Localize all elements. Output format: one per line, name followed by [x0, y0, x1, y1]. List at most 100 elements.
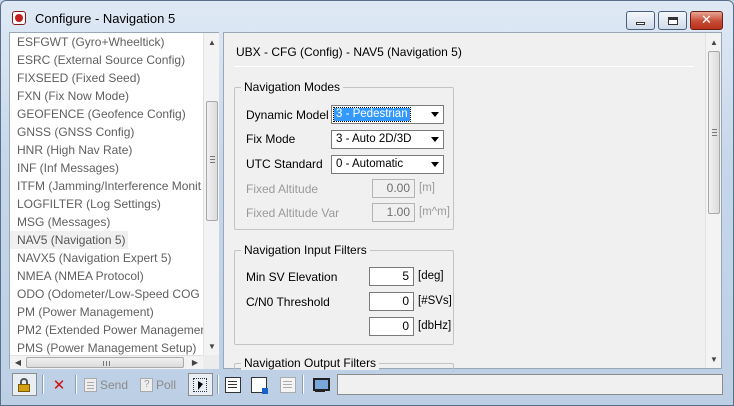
lock-icon	[16, 377, 32, 393]
send-label: Send	[100, 377, 129, 392]
message-list-item[interactable]: HNR (High Nav Rate)	[10, 141, 203, 159]
message-list-item[interactable]: ODO (Odometer/Low-Speed COG f	[10, 285, 203, 303]
message-list-item[interactable]: MSG (Messages)	[10, 213, 203, 231]
poll-icon	[140, 377, 153, 392]
cn0-threshold-svs-unit: [#SVs]	[418, 295, 452, 307]
connect-icon	[312, 377, 330, 393]
message-list-vscrollbar[interactable]: ▲ ▼	[203, 33, 219, 355]
fixed-altitude-label: Fixed Altitude	[246, 182, 319, 196]
delete-x-icon: ✕	[52, 375, 66, 394]
min-sv-elevation-label: Min SV Elevation	[246, 270, 338, 284]
fix-mode-value: 3 - Auto 2D/3D	[336, 133, 412, 145]
message-list-panel: ESFGWT (Gyro+Wheeltick) ESRC (External So…	[9, 32, 219, 369]
message-list-item[interactable]: ITFM (Jamming/Interference Monit	[10, 177, 203, 195]
fixed-altitude-unit: [m]	[419, 182, 435, 194]
dynamic-model-select[interactable]: 3 - Pedestrian	[331, 105, 444, 124]
message-list-item[interactable]: FIXSEED (Fixed Seed)	[10, 69, 203, 87]
message-list-item[interactable]: GNSS (GNSS Config)	[10, 123, 203, 141]
scroll-down-icon[interactable]: ▼	[204, 338, 220, 354]
revert-icon	[280, 376, 296, 393]
config-panel: UBX - CFG (Config) - NAV5 (Navigation 5)…	[223, 32, 722, 373]
scroll-right-icon[interactable]: ▶	[187, 356, 203, 369]
send-button[interactable]: Send	[81, 373, 131, 396]
message-list-item[interactable]: PMS (Power Management Setup)	[10, 339, 203, 355]
message-list-item[interactable]: PM (Power Management)	[10, 303, 203, 321]
message-list-item[interactable]: GEOFENCE (Geofence Config)	[10, 105, 203, 123]
config-scroll-thumb[interactable]	[708, 51, 720, 214]
fixed-altitude-var-unit: [m^m]	[419, 206, 450, 218]
maximize-button[interactable]	[658, 11, 687, 30]
dynamic-model-label: Dynamic Model	[246, 108, 329, 122]
utc-standard-label: UTC Standard	[246, 157, 323, 171]
scroll-up-icon[interactable]: ▲	[706, 34, 722, 50]
lock-button[interactable]	[12, 373, 37, 396]
message-list-item[interactable]: NAVX5 (Navigation Expert 5)	[10, 249, 203, 267]
navigation-output-filters-group: Navigation Output Filters	[234, 356, 454, 373]
title-bar[interactable]: Configure - Navigation 5 ✕	[1, 1, 733, 33]
message-list-item[interactable]: LOGFILTER (Log Settings)	[10, 195, 203, 213]
message-list-item[interactable]: NAV5 (Navigation 5)	[10, 231, 128, 249]
min-sv-elevation-input[interactable]: 5	[369, 267, 414, 286]
navigation-modes-title: Navigation Modes	[241, 80, 344, 94]
status-field	[337, 374, 723, 395]
connect-button[interactable]	[309, 373, 331, 396]
navigation-output-filters-title: Navigation Output Filters	[241, 356, 380, 370]
bottom-toolbar: ✕ Send Poll	[9, 373, 723, 397]
message-list-hscroll-thumb[interactable]	[26, 357, 184, 368]
save-button[interactable]	[248, 373, 270, 396]
fixed-altitude-var-label: Fixed Altitude Var	[246, 206, 340, 220]
utc-standard-select[interactable]: 0 - Automatic	[331, 155, 444, 174]
minimize-button[interactable]	[626, 11, 655, 30]
message-list-item[interactable]: ESFGWT (Gyro+Wheeltick)	[10, 33, 203, 51]
configure-window: Configure - Navigation 5 ✕ ESFGWT (Gyro+…	[0, 0, 734, 406]
message-list-item[interactable]: INF (Inf Messages)	[10, 159, 203, 177]
message-list-item[interactable]: PM2 (Extended Power Managemen	[10, 321, 203, 339]
config-vscrollbar[interactable]: ▲ ▼	[705, 33, 721, 368]
message-list-item[interactable]: NMEA (NMEA Protocol)	[10, 267, 203, 285]
cn0-threshold-dbhz-input[interactable]: 0	[369, 317, 414, 336]
navigation-input-filters-group: Navigation Input Filters Min SV Elevatio…	[234, 243, 454, 345]
message-list-hscrollbar[interactable]: ◀ ▶	[10, 355, 203, 369]
message-list-item[interactable]: ESRC (External Source Config)	[10, 51, 203, 69]
load-icon	[225, 376, 241, 393]
close-button[interactable]: ✕	[690, 11, 723, 30]
dropdown-arrow-icon[interactable]	[427, 107, 442, 122]
navigation-modes-group: Navigation Modes Dynamic Model 3 - Pedes…	[234, 80, 454, 230]
cn0-threshold-dbhz-unit: [dbHz]	[418, 320, 452, 332]
app-icon[interactable]	[12, 11, 26, 25]
scroll-left-icon[interactable]: ◀	[10, 356, 26, 369]
message-list-scroll-thumb[interactable]	[206, 101, 218, 221]
min-sv-elevation-unit: [deg]	[418, 270, 444, 282]
scroll-corner	[203, 355, 219, 369]
close-icon: ✕	[701, 13, 712, 28]
scroll-up-icon[interactable]: ▲	[204, 34, 220, 50]
utc-standard-value: 0 - Automatic	[336, 158, 404, 170]
poll-label: Poll	[156, 377, 177, 392]
dropdown-arrow-icon[interactable]	[427, 132, 442, 147]
save-icon	[251, 376, 268, 394]
revert-button[interactable]	[277, 373, 299, 396]
dropdown-arrow-icon[interactable]	[427, 157, 442, 172]
minimize-icon	[636, 22, 645, 25]
dynamic-model-value: 3 - Pedestrian	[333, 107, 411, 122]
header-divider	[234, 66, 694, 67]
auto-poll-button[interactable]	[188, 373, 213, 396]
delete-button[interactable]: ✕	[48, 373, 70, 396]
message-header: UBX - CFG (Config) - NAV5 (Navigation 5)	[236, 45, 462, 59]
poll-button[interactable]: Poll	[137, 373, 179, 396]
message-list-item[interactable]: FXN (Fix Now Mode)	[10, 87, 203, 105]
scroll-down-icon[interactable]: ▼	[706, 351, 722, 367]
fix-mode-label: Fix Mode	[246, 132, 296, 146]
message-list[interactable]: ESFGWT (Gyro+Wheeltick) ESRC (External So…	[10, 33, 203, 355]
window-title: Configure - Navigation 5	[35, 11, 176, 26]
cn0-threshold-label: C/N0 Threshold	[246, 295, 330, 309]
fix-mode-select[interactable]: 3 - Auto 2D/3D	[331, 130, 444, 149]
cn0-threshold-svs-input[interactable]: 0	[369, 292, 414, 311]
fixed-altitude-var-input[interactable]: 1.00	[372, 203, 415, 222]
load-button[interactable]	[222, 373, 244, 396]
fixed-altitude-input[interactable]: 0.00	[372, 179, 415, 198]
maximize-icon	[667, 16, 678, 25]
auto-poll-icon	[192, 377, 208, 393]
send-icon	[84, 377, 97, 392]
navigation-input-filters-title: Navigation Input Filters	[241, 243, 370, 257]
